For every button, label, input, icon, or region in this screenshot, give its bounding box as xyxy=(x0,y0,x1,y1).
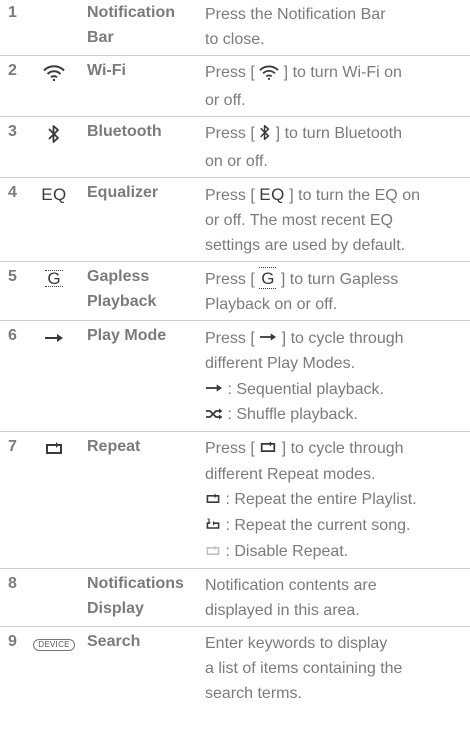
repeat-icon xyxy=(259,437,277,462)
row-description: Press the Notification Bar to close. xyxy=(205,6,386,48)
device-icon: DEVICE xyxy=(32,632,76,657)
row-description: Press [ EQ ] to turn the EQ on or off. T… xyxy=(205,185,420,254)
row-number: 9 xyxy=(8,633,17,650)
table-row: 9 DEVICE Search Enter keywords to displa… xyxy=(0,627,470,709)
table-row: 2 Wi-Fi Press [ ] to turn Wi-Fi on or of… xyxy=(0,56,470,117)
row-description: Press [ ] to turn Wi-Fi on or off. xyxy=(205,63,402,109)
repeat-icon xyxy=(32,436,76,461)
row-number: 1 xyxy=(8,4,17,21)
row-description: Enter keywords to display a list of item… xyxy=(205,635,403,702)
table-row: 4 EQ Equalizer Press [ EQ ] to turn the … xyxy=(0,178,470,262)
repeat-icon xyxy=(205,488,221,513)
row-name: Play Mode xyxy=(87,327,167,344)
row-number: 3 xyxy=(8,123,17,140)
row-number: 5 xyxy=(8,268,17,285)
feature-table: 1 Notification Bar Press the Notificatio… xyxy=(0,0,470,709)
row-name: Gapless Playback xyxy=(87,268,157,310)
row-number: 8 xyxy=(8,575,17,592)
table-row: 8 Notifications Display Notification con… xyxy=(0,569,470,627)
bluetooth-icon xyxy=(259,124,271,149)
table-row: 7 Repeat Press [ ] to cycle through diff… xyxy=(0,432,470,569)
row-name: Wi-Fi xyxy=(87,62,126,79)
row-name: Bluetooth xyxy=(87,123,162,140)
row-number: 7 xyxy=(8,438,17,455)
arrow-right-icon xyxy=(205,376,223,401)
table-row: 5 G Gapless Playback Press [ G ] to turn… xyxy=(0,262,470,321)
bluetooth-icon xyxy=(32,121,76,146)
row-name: Equalizer xyxy=(87,184,159,201)
gapless-icon: G xyxy=(259,266,277,291)
equalizer-icon: EQ xyxy=(259,185,285,204)
table-row: 1 Notification Bar Press the Notificatio… xyxy=(0,0,470,56)
row-description: Press [ ] to turn Bluetooth on or off. xyxy=(205,124,402,170)
row-description: Press [ ] to cycle through different Pla… xyxy=(205,325,470,428)
table-row: 3 Bluetooth Press [ ] to turn Bluetooth … xyxy=(0,117,470,178)
equalizer-icon: EQ xyxy=(41,184,67,204)
row-name: Repeat xyxy=(87,438,141,455)
row-description: Press [ ] to cycle through different Rep… xyxy=(205,436,470,565)
table-row: 6 Play Mode Press [ ] to cycle through d… xyxy=(0,321,470,432)
shuffle-icon xyxy=(205,403,223,428)
row-name: Notification Bar xyxy=(87,4,175,46)
repeat-one-icon: 1 xyxy=(205,514,221,539)
svg-text:1: 1 xyxy=(207,517,211,525)
row-number: 6 xyxy=(8,327,17,344)
repeat-disabled-icon xyxy=(205,540,221,565)
wifi-icon xyxy=(32,60,76,85)
arrow-right-icon xyxy=(32,325,76,350)
row-name: Search xyxy=(87,633,141,650)
row-name: Notifications Display xyxy=(87,575,184,617)
wifi-icon xyxy=(259,63,279,88)
arrow-right-icon xyxy=(259,325,277,350)
gapless-icon: G xyxy=(45,268,63,288)
row-description: Notification contents are displayed in t… xyxy=(205,577,377,619)
row-number: 2 xyxy=(8,62,17,79)
row-description: Press [ G ] to turn Gapless Playback on … xyxy=(205,266,470,317)
row-number: 4 xyxy=(8,184,17,201)
